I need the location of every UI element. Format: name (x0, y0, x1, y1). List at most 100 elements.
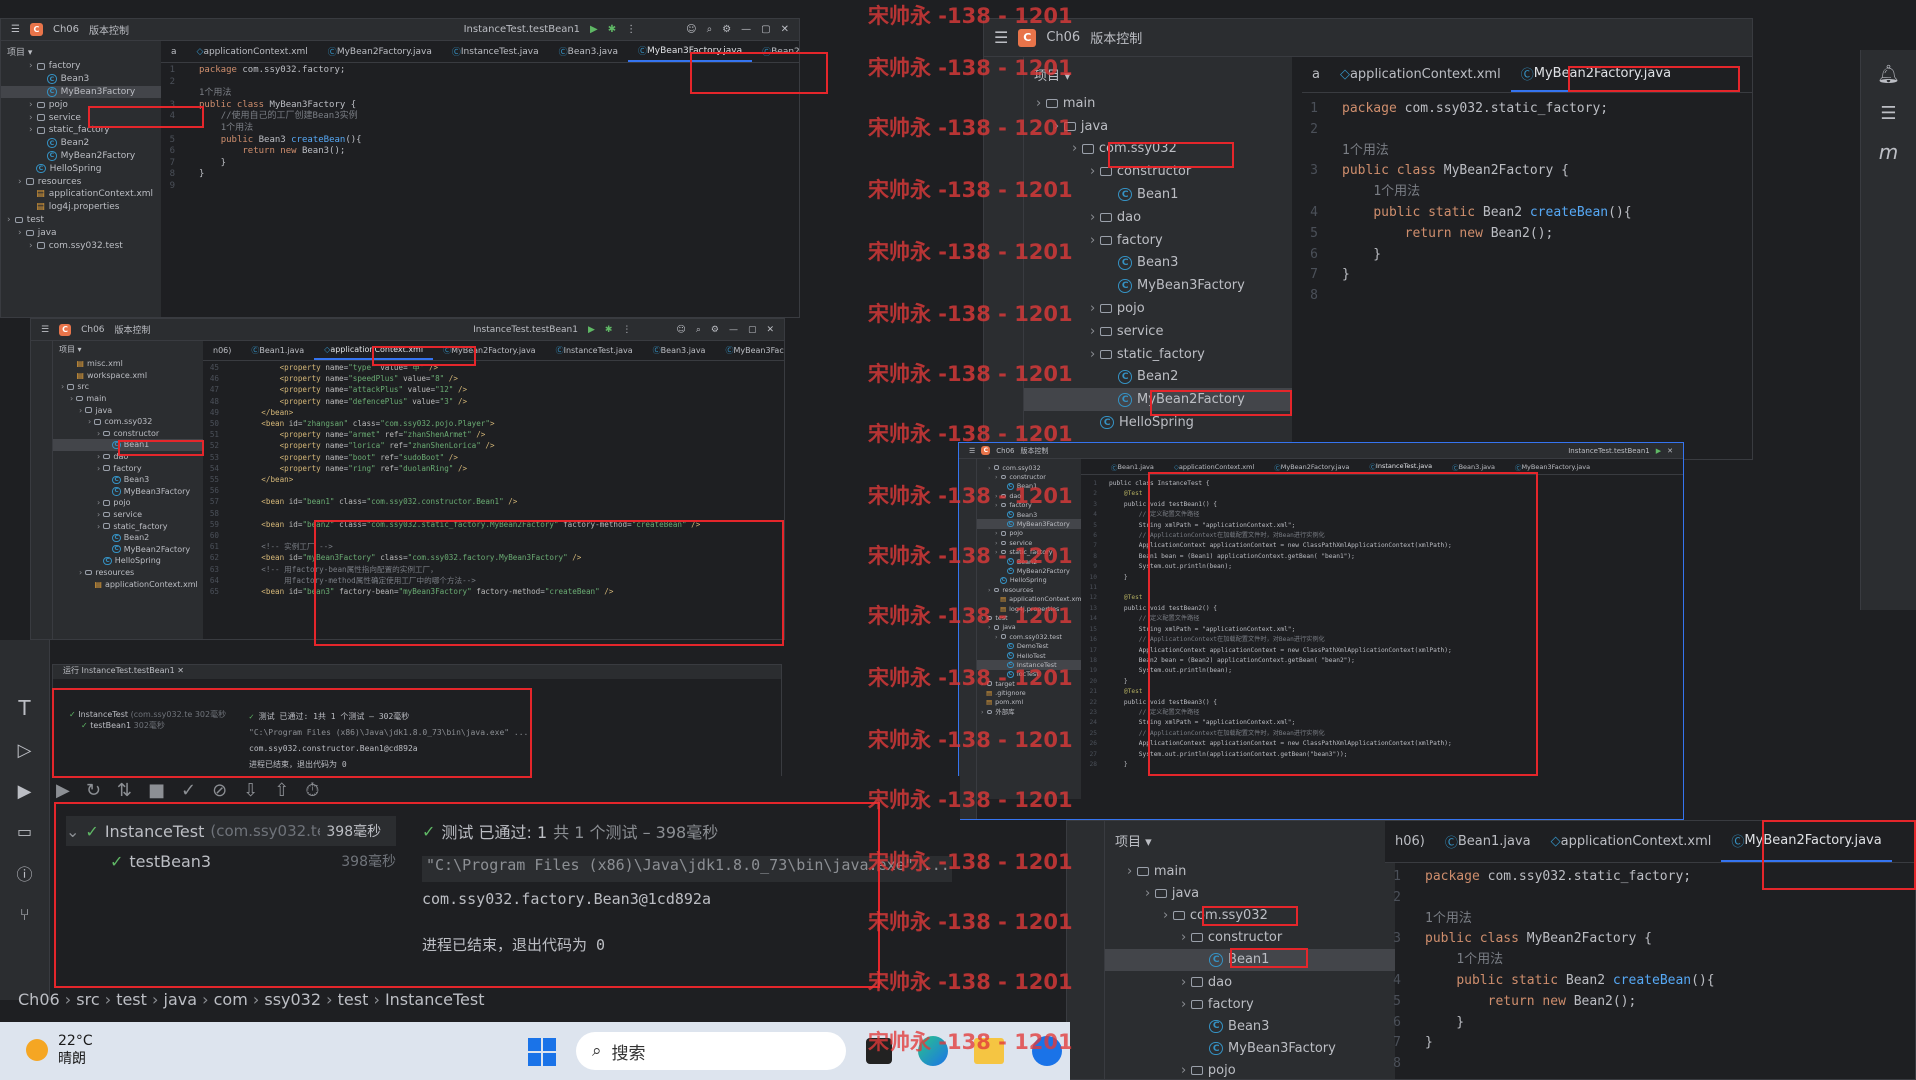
chevron-icon[interactable]: › (79, 568, 82, 577)
search-icon[interactable]: ⌕ (696, 325, 701, 335)
chevron-icon[interactable]: › (1181, 1063, 1186, 1078)
tree-item[interactable]: › service (53, 509, 203, 521)
editor-tab[interactable] (1081, 459, 1101, 474)
tree-item[interactable]: › pojo (53, 497, 203, 509)
editor-tab[interactable]: n06) (203, 341, 241, 360)
tree-item[interactable]: › 外部库 (977, 707, 1081, 717)
run-icon[interactable]: ▶ (590, 24, 598, 35)
chevron-icon[interactable]: › (29, 100, 33, 110)
run-tool-icon[interactable]: ▶ (0, 781, 49, 802)
tree-item[interactable]: › com.ssy032.test (977, 632, 1081, 641)
close-icon[interactable]: ✕ (781, 24, 789, 35)
tree-item[interactable]: C Bean2 (1, 137, 161, 150)
git-icon[interactable]: ⑂ (0, 905, 49, 924)
chevron-icon[interactable]: › (29, 125, 33, 135)
editor-tab[interactable]: h06) (1385, 821, 1435, 862)
vcs-menu[interactable]: 版本控制 (89, 22, 129, 37)
editor-tab[interactable]: Ⓒ MyBean3Factory.java (715, 341, 784, 360)
database-icon[interactable]: ☰ (1861, 103, 1916, 124)
editor-tab[interactable]: Ⓒ Bean3.java (643, 341, 716, 360)
tree-item[interactable]: › com.ssy032 (977, 463, 1081, 472)
tree-item[interactable]: › factory (53, 462, 203, 474)
tree-item[interactable]: › resources (53, 567, 203, 579)
tree-item[interactable]: › resources (977, 585, 1081, 594)
tree-item[interactable]: C MyBean3Factory (1, 85, 161, 99)
debug-icon[interactable]: ✱ (605, 325, 613, 335)
tree-item[interactable]: ▤ misc.xml (53, 358, 203, 370)
tree-item[interactable]: C HelloSpring (977, 576, 1081, 585)
tree-item[interactable]: C MyBean3Factory (53, 486, 203, 498)
editor-tab[interactable]: Ⓒ MyBean2Factory.java (318, 41, 442, 62)
settings-icon[interactable]: ⚙ (711, 325, 719, 335)
tree-item[interactable]: C MyBean2Factory (53, 544, 203, 556)
tree-item[interactable]: ▤ workspace.xml (53, 370, 203, 382)
run-icon[interactable]: ▶ (588, 325, 595, 335)
project-name[interactable]: Ch06 (81, 325, 104, 335)
tree-item[interactable]: C HelloTest (977, 651, 1081, 660)
tree-item[interactable]: › pojo (1105, 1060, 1395, 1079)
breadcrumb-item[interactable]: java (164, 990, 198, 1009)
editor-tab[interactable]: Ⓒ Bean1.java (241, 341, 314, 360)
run-tab[interactable]: InstanceTest.testBean1 (82, 666, 175, 675)
breadcrumb-item[interactable]: ssy032 (264, 990, 321, 1009)
menu-icon[interactable]: ☰ (11, 24, 20, 35)
tree-item[interactable]: C MyBean3Factory (977, 519, 1081, 529)
chevron-icon[interactable]: › (97, 498, 100, 507)
chevron-icon[interactable]: › (1181, 930, 1186, 945)
tree-item[interactable]: C HelloSpring (53, 555, 203, 567)
maximize-icon[interactable]: ▢ (748, 325, 757, 335)
editor-tab[interactable]: Ⓒ InstanceTest.java (546, 341, 643, 360)
run-icon[interactable]: ▶ (1656, 447, 1661, 455)
terminal-icon[interactable]: ▭ (0, 822, 49, 841)
run-config[interactable]: InstanceTest.testBean1 (1568, 447, 1650, 455)
chevron-icon[interactable]: › (97, 510, 100, 519)
code-editor[interactable]: 1 package com.ssy032.factory; 2 1个用法 3 public… (161, 65, 771, 315)
editor-tab[interactable]: ◇ applicationContext.xml (1330, 57, 1511, 92)
chevron-icon[interactable]: › (1090, 301, 1095, 316)
chevron-icon[interactable]: › (70, 394, 73, 403)
tree-item[interactable]: › com.ssy032.test (1, 239, 161, 252)
chevron-icon[interactable]: › (88, 417, 91, 426)
problems-icon[interactable]: ⓘ (0, 861, 49, 885)
chevron-icon[interactable]: › (97, 522, 100, 531)
tree-item[interactable]: › dao (1024, 206, 1292, 229)
breadcrumb-item[interactable]: src (76, 990, 99, 1009)
breadcrumb-item[interactable]: Ch06 (18, 990, 60, 1009)
tree-item[interactable]: C DemoTest (977, 641, 1081, 650)
chevron-icon[interactable]: › (29, 61, 33, 71)
project-name[interactable]: Ch06 (53, 24, 79, 35)
chevron-icon[interactable]: › (1181, 975, 1186, 990)
editor-tab[interactable]: a (161, 41, 187, 62)
tree-item[interactable]: C MyBean3Factory (1024, 274, 1292, 297)
taskbar-search[interactable]: ⌕ 搜索 (576, 1032, 846, 1070)
chevron-icon[interactable]: › (1090, 233, 1095, 248)
chevron-icon[interactable]: › (995, 633, 998, 641)
tree-item[interactable]: C Bean3 (1105, 1015, 1395, 1037)
chevron-icon[interactable]: › (1181, 997, 1186, 1012)
maven-icon[interactable]: m (1861, 140, 1916, 164)
structure-icon[interactable]: T (0, 696, 49, 720)
services-icon[interactable]: ▷ (0, 740, 49, 761)
tree-item[interactable]: › com.ssy032 (53, 416, 203, 428)
tree-item[interactable]: › factory (1105, 993, 1395, 1015)
weather-widget[interactable]: 22°C 晴朗 (26, 1032, 93, 1068)
run-config[interactable]: InstanceTest.testBean1 (473, 325, 578, 335)
chevron-icon[interactable]: › (981, 708, 984, 716)
minimize-icon[interactable]: — (729, 325, 738, 335)
user-icon[interactable]: ☺ (686, 24, 696, 35)
chevron-icon[interactable]: › (1090, 347, 1095, 362)
tree-item[interactable]: › pojo (977, 529, 1081, 538)
vcs-menu[interactable]: 版本控制 (115, 323, 151, 336)
tree-item[interactable]: › main (1105, 860, 1395, 882)
tree-item[interactable]: › static_factory (53, 520, 203, 532)
chevron-icon[interactable]: › (79, 406, 82, 415)
tree-item[interactable]: › test (1, 214, 161, 227)
tree-item[interactable]: ▤ applicationContext.xml (53, 578, 203, 590)
notifications-icon[interactable]: 🔔︎ (1861, 64, 1916, 85)
breadcrumb-item[interactable]: test (338, 990, 369, 1009)
chevron-icon[interactable]: › (1090, 164, 1095, 179)
tree-item[interactable]: C Bean3 (53, 474, 203, 486)
editor-tab[interactable]: ◇ applicationContext.xml (187, 41, 318, 62)
chevron-icon[interactable]: › (988, 464, 991, 472)
minimize-icon[interactable]: — (741, 24, 751, 35)
